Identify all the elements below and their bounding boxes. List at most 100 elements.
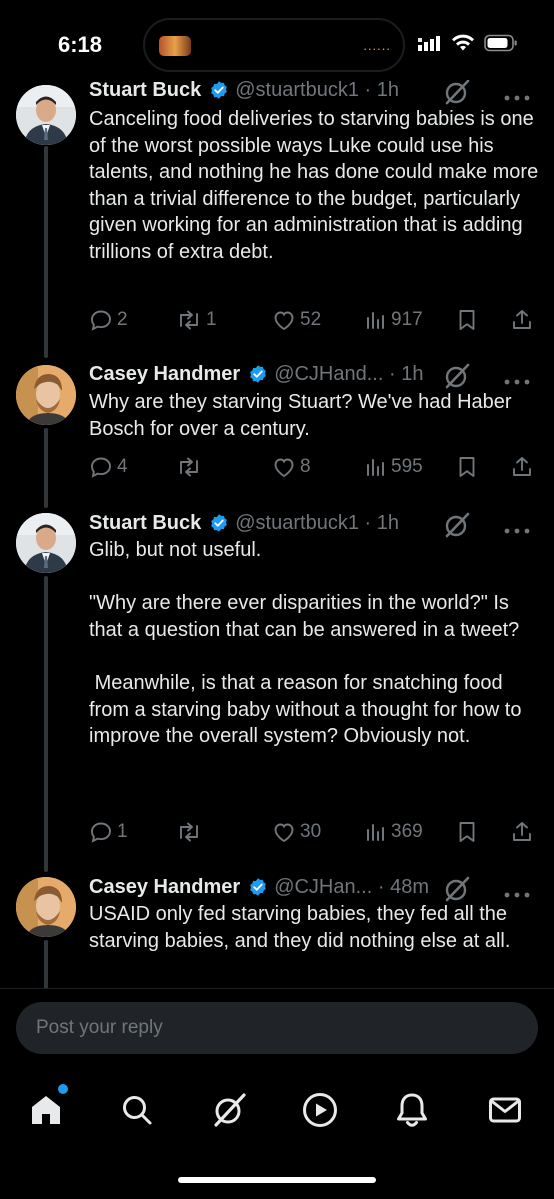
reply-count: 2 (117, 309, 128, 330)
home-indicator[interactable] (178, 1177, 376, 1183)
reply-input[interactable] (16, 1002, 538, 1054)
thread-connector (44, 940, 48, 988)
avatar[interactable] (16, 877, 76, 937)
views-button[interactable]: 595 (365, 453, 423, 481)
bookmark-button[interactable] (457, 453, 477, 481)
tweet-header: Casey Handmer @CJHand... · 1h (89, 361, 534, 390)
tweet-text: Why are they starving Stuart? We've had … (89, 391, 518, 440)
like-button[interactable]: 52 (272, 306, 321, 334)
tweet-actions: 1 30 369 (89, 818, 534, 846)
reply-thread[interactable]: Stuart Buck @stuartbuck1 · 1h Canceling … (0, 80, 554, 988)
reply-icon (91, 822, 111, 843)
avatar[interactable] (16, 85, 76, 145)
reply-button[interactable]: 1 (89, 818, 128, 846)
casey-avatar (16, 877, 76, 937)
verified-badge-icon (209, 513, 229, 533)
views-icon (367, 459, 384, 476)
author-name[interactable]: Casey Handmer (89, 363, 240, 386)
bookmark-button[interactable] (457, 306, 477, 334)
avatar[interactable] (16, 513, 76, 573)
author-name[interactable]: Stuart Buck (89, 80, 201, 102)
verified-badge-icon (248, 877, 268, 897)
tweet-header: Stuart Buck @stuartbuck1 · 1h (89, 510, 534, 538)
status-icons (418, 34, 518, 52)
reply-icon (91, 457, 111, 478)
home-icon (32, 1096, 60, 1124)
tab-messages[interactable] (485, 1090, 525, 1130)
share-icon (513, 457, 531, 476)
tweet[interactable]: Stuart Buck @stuartbuck1 · 1h Glib, but … (0, 510, 554, 874)
share-icon (513, 822, 531, 841)
search-icon (123, 1096, 152, 1125)
reply-icon (91, 310, 111, 331)
thread-connector (44, 146, 48, 358)
author-name[interactable]: Stuart Buck (89, 512, 201, 535)
views-button[interactable]: 369 (365, 818, 423, 846)
grok-icon (214, 1093, 246, 1127)
tab-grok[interactable] (209, 1090, 249, 1130)
repost-button[interactable] (176, 818, 206, 846)
author-handle[interactable]: @CJHan... · 48m (274, 876, 429, 899)
share-button[interactable] (511, 453, 533, 481)
status-bar: 6:18 ...... (0, 0, 554, 80)
like-count: 30 (300, 821, 322, 842)
author-name[interactable]: Casey Handmer (89, 876, 240, 899)
casey-avatar (16, 365, 76, 425)
messages-icon (489, 1097, 521, 1123)
avatar[interactable] (16, 365, 76, 425)
tab-search[interactable] (117, 1090, 157, 1130)
more-options-icon[interactable] (504, 88, 530, 106)
bookmark-icon (459, 457, 475, 477)
reply-button[interactable]: 2 (89, 306, 128, 334)
tweet[interactable]: Stuart Buck @stuartbuck1 · 1h Canceling … (0, 80, 554, 362)
view-count: 595 (391, 456, 423, 477)
views-icon (367, 312, 384, 329)
tweet[interactable]: Casey Handmer @CJHan... · 48m USAID only… (0, 874, 554, 988)
stuart-avatar (16, 513, 76, 573)
share-button[interactable] (511, 306, 533, 334)
verified-badge-icon (248, 364, 268, 384)
heart-icon (274, 458, 294, 478)
tweet[interactable]: Casey Handmer @CJHand... · 1h Why are th… (0, 362, 554, 510)
tweet-text: Glib, but not useful. "Why are there eve… (89, 539, 522, 748)
repost-icon (180, 822, 198, 842)
repost-icon (180, 457, 198, 477)
audio-indicator: ...... (363, 38, 391, 53)
stuart-avatar (16, 85, 76, 145)
bookmark-icon (459, 822, 475, 842)
repost-button[interactable]: 1 (176, 306, 217, 334)
tab-notifications[interactable] (392, 1090, 432, 1130)
notifications-icon (397, 1093, 427, 1127)
dynamic-island[interactable]: ...... (143, 18, 405, 72)
status-time: 6:18 (58, 32, 103, 57)
like-button[interactable]: 30 (272, 818, 321, 846)
tweet-actions: 2 1 52 917 (89, 306, 534, 334)
like-button[interactable]: 8 (272, 453, 311, 481)
repost-icon (180, 310, 198, 330)
tab-video[interactable] (300, 1090, 340, 1130)
views-icon (367, 824, 384, 841)
author-handle[interactable]: @CJHand... · 1h (274, 363, 423, 386)
bookmark-icon (459, 310, 475, 330)
heart-icon (274, 311, 294, 331)
author-handle[interactable]: @stuartbuck1 · 1h (235, 80, 399, 102)
author-handle[interactable]: @stuartbuck1 · 1h (235, 512, 399, 535)
share-button[interactable] (511, 818, 533, 846)
views-button[interactable]: 917 (365, 306, 423, 334)
home-notification-dot (58, 1084, 68, 1094)
bookmark-button[interactable] (457, 818, 477, 846)
cellular-signal-icon (418, 36, 440, 51)
more-options-icon[interactable] (504, 372, 530, 390)
tweet-header: Casey Handmer @CJHan... · 48m (89, 874, 534, 902)
reply-count: 4 (117, 456, 128, 477)
battery-icon (484, 34, 517, 52)
reply-button[interactable]: 4 (89, 453, 128, 481)
reply-count: 1 (117, 821, 128, 842)
like-count: 52 (300, 309, 322, 330)
video-icon (303, 1093, 337, 1127)
share-icon (513, 310, 531, 329)
repost-button[interactable] (176, 453, 206, 481)
repost-count: 1 (206, 309, 217, 330)
view-count: 917 (391, 309, 423, 330)
tab-home[interactable] (26, 1084, 68, 1130)
